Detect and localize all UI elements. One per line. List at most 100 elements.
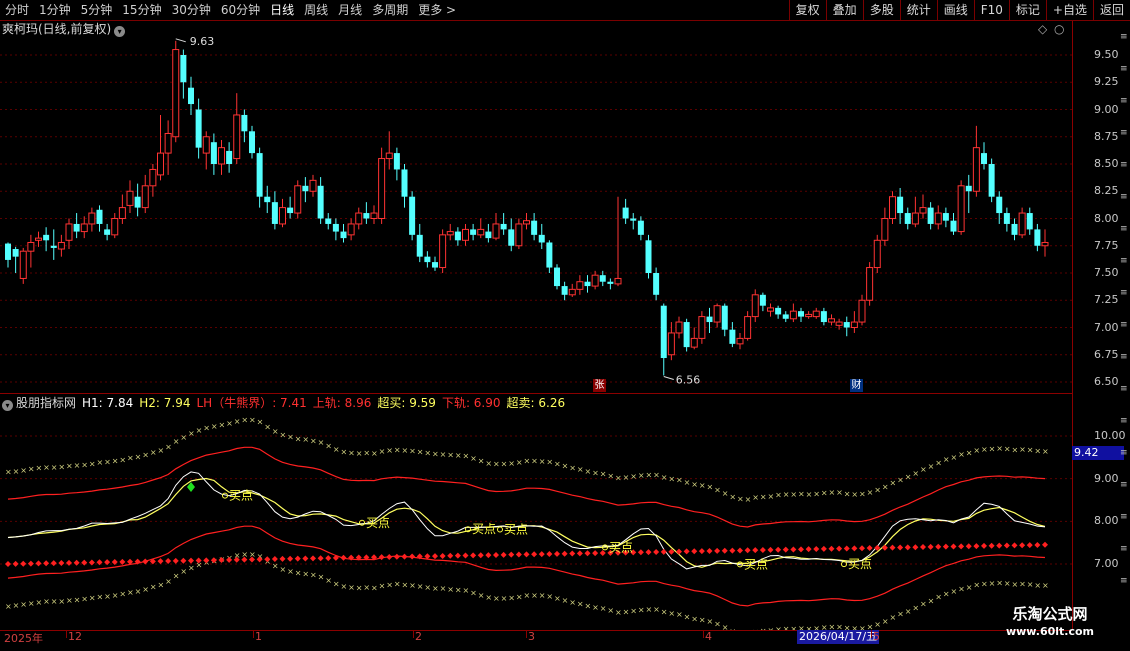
- candle-body: [112, 219, 118, 235]
- overbuy-mark: ×: [722, 489, 729, 498]
- tool-button-6[interactable]: 标记: [1009, 0, 1046, 20]
- overbuy-mark: ×: [257, 418, 264, 427]
- oversell-mark: ×: [524, 591, 531, 600]
- candle-body: [188, 88, 194, 104]
- lh-diamond: [737, 547, 743, 553]
- tab-4[interactable]: 30分钟: [167, 0, 216, 20]
- lh-diamond: [691, 548, 697, 554]
- candle: [890, 191, 896, 224]
- tab-7[interactable]: 周线: [299, 0, 333, 20]
- oversell-mark: ×: [104, 592, 111, 601]
- lh-diamond: [714, 548, 720, 554]
- candle-body: [402, 169, 408, 196]
- overbuy-mark: ×: [935, 458, 942, 467]
- overbuy-mark: ×: [150, 448, 157, 457]
- candle: [554, 264, 560, 289]
- tool-button-1[interactable]: 叠加: [826, 0, 863, 20]
- candle: [97, 205, 103, 231]
- oversell-mark: ×: [409, 581, 416, 590]
- overbuy-mark: ×: [676, 476, 683, 485]
- marker-cai[interactable]: 财: [850, 379, 863, 392]
- overbuy-mark: ×: [363, 449, 370, 458]
- overbuy-mark: ×: [836, 488, 843, 497]
- date-tick: [66, 630, 67, 638]
- candle: [783, 311, 789, 322]
- candle: [882, 208, 888, 246]
- tab-5[interactable]: 60分钟: [216, 0, 265, 20]
- candle: [447, 224, 453, 240]
- candle-body: [829, 319, 835, 322]
- candle-body: [493, 224, 499, 238]
- candle-body: [28, 242, 34, 251]
- oversell-mark: ×: [905, 607, 912, 616]
- candle-body: [287, 208, 293, 213]
- scroll-mark: ≡: [1120, 576, 1128, 586]
- tab-1[interactable]: 1分钟: [34, 0, 76, 20]
- indicator-chart[interactable]: ××××××××××××××××××××××××××××××××××××××××…: [0, 412, 1072, 630]
- lh-diamond: [813, 546, 819, 552]
- candle: [188, 77, 194, 115]
- candle: [394, 148, 400, 181]
- lh-diamond: [455, 553, 461, 559]
- candle-body: [249, 131, 255, 153]
- overbuy-mark: ×: [745, 495, 752, 504]
- candlestick-chart[interactable]: 9.636.56: [0, 21, 1072, 393]
- buy-point-label: 买点: [609, 540, 633, 554]
- buy-point-label: 买点: [366, 516, 390, 530]
- date-label-1: 12: [68, 630, 82, 643]
- selected-date[interactable]: 2026/04/17/五: [797, 630, 879, 644]
- overbuy-mark: ×: [493, 460, 500, 469]
- overbuy-mark: ×: [1034, 446, 1041, 455]
- price-tick-5: 8.25: [1094, 184, 1119, 197]
- oversell-mark: ×: [302, 570, 309, 579]
- buy-point-label: 买点: [504, 523, 528, 537]
- lh-diamond: [1019, 542, 1025, 548]
- candle-body: [142, 186, 148, 208]
- candle: [280, 199, 286, 227]
- candle: [973, 126, 979, 197]
- candle-body: [897, 197, 903, 213]
- overbuy-mark: ×: [386, 446, 393, 455]
- tool-button-4[interactable]: 画线: [937, 0, 974, 20]
- tool-button-5[interactable]: F10: [974, 0, 1009, 20]
- marker-zhang[interactable]: 张: [593, 379, 606, 392]
- oversell-mark: ×: [973, 581, 980, 590]
- candle-body: [813, 311, 819, 316]
- ind-tick-0: 10.00: [1094, 429, 1126, 442]
- candle: [478, 219, 484, 239]
- tab-0[interactable]: 分时: [0, 0, 34, 20]
- oversell-mark: ×: [646, 605, 653, 614]
- candle: [417, 224, 423, 262]
- lh-diamond: [676, 549, 682, 555]
- tab-8[interactable]: 月线: [333, 0, 367, 20]
- chevron-down-icon[interactable]: ▾: [2, 400, 13, 411]
- tool-button-7[interactable]: +自选: [1046, 0, 1093, 20]
- candle: [569, 284, 575, 297]
- candle: [74, 213, 80, 238]
- candle-body: [577, 282, 583, 290]
- lh-diamond: [81, 560, 87, 566]
- tool-button-3[interactable]: 统计: [900, 0, 937, 20]
- oversell-mark: ×: [43, 597, 50, 606]
- overbuy-mark: ×: [912, 469, 919, 478]
- overbuy-mark: ×: [74, 461, 81, 470]
- oversell-mark: ×: [668, 609, 675, 618]
- oversell-mark: ×: [890, 613, 897, 622]
- lh-diamond: [524, 551, 530, 557]
- tab-2[interactable]: 5分钟: [76, 0, 118, 20]
- candle-body: [371, 213, 377, 218]
- tab-9[interactable]: 多周期: [367, 0, 413, 20]
- oversell-mark: ×: [363, 583, 370, 592]
- tab-6[interactable]: 日线: [265, 0, 299, 20]
- lh-diamond: [600, 550, 606, 556]
- tab-3[interactable]: 15分钟: [117, 0, 166, 20]
- overbuy-mark: ×: [348, 449, 355, 458]
- tool-button-0[interactable]: 复权: [789, 0, 826, 20]
- candle-body: [386, 153, 392, 158]
- oversell-mark: ×: [516, 592, 523, 601]
- tool-button-8[interactable]: 返回: [1093, 0, 1130, 20]
- tab-10[interactable]: 更多 >: [413, 0, 461, 20]
- overbuy-mark: ×: [569, 463, 576, 472]
- tool-button-2[interactable]: 多股: [863, 0, 900, 20]
- overbuy-mark: ×: [996, 444, 1003, 453]
